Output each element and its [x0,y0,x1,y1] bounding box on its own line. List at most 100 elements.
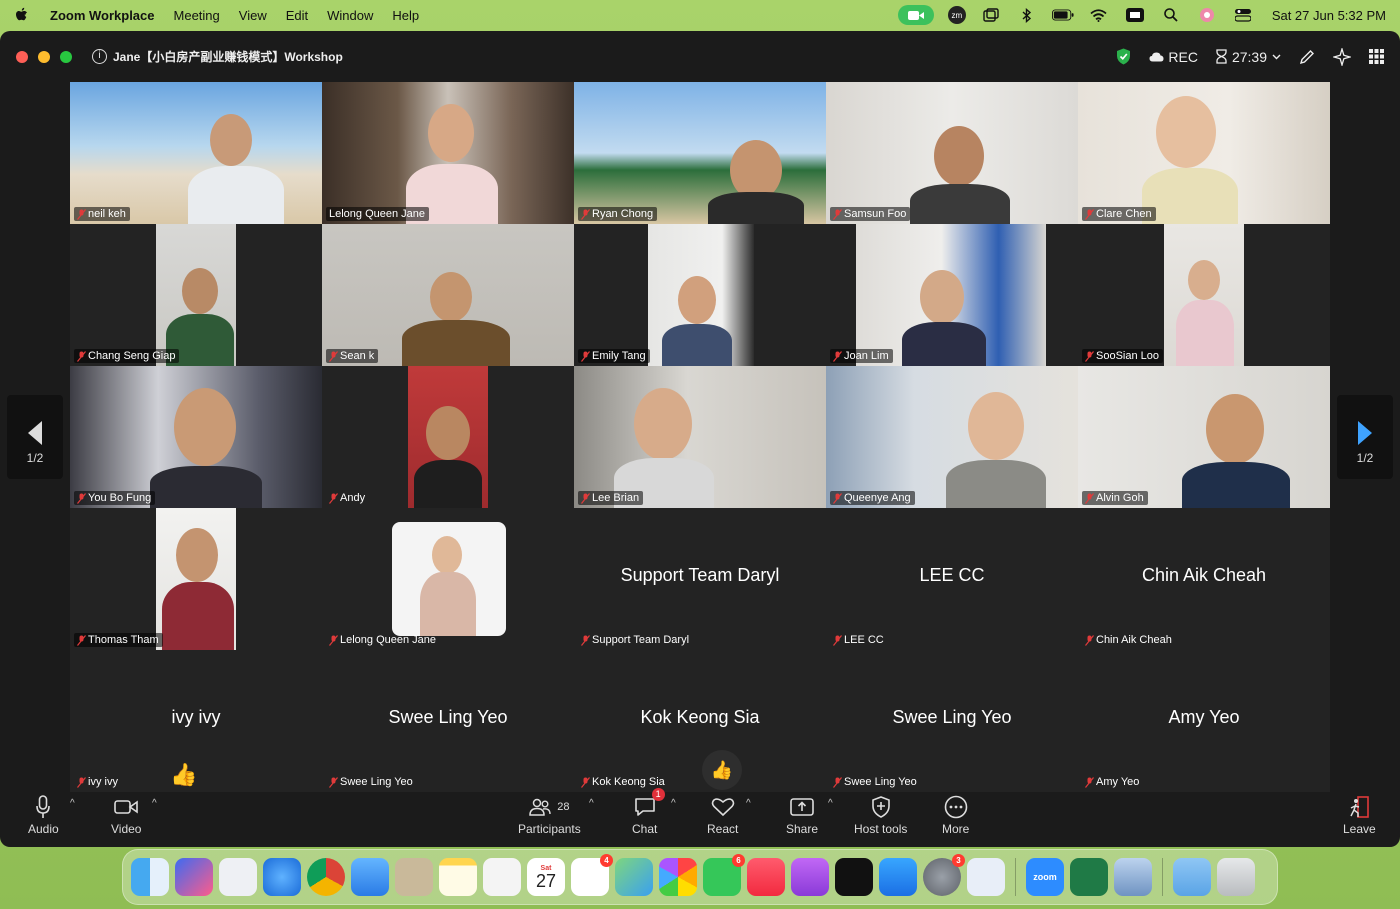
calendar-icon[interactable]: Sat 27 [527,858,565,896]
name-tag: Lelong Queen Jane [326,207,430,221]
chrome-icon[interactable] [307,858,345,896]
video-tile[interactable]: Joan Lim [826,224,1078,366]
cloud-recording-indicator[interactable]: REC [1149,49,1198,65]
audio-button[interactable]: Audio [28,792,59,836]
name-only-tile[interactable]: Chin Aik Cheah Chin Aik Cheah [1078,508,1330,650]
fullscreen-window-button[interactable] [60,50,72,63]
leave-button[interactable]: Leave [1343,792,1376,836]
podcasts-icon[interactable] [791,858,829,896]
app-store-icon[interactable] [879,858,917,896]
muted-mic-icon [1085,350,1094,362]
video-tile[interactable]: Emily Tang [574,224,826,366]
input-method-icon[interactable] [1124,7,1146,23]
safari-icon[interactable] [263,858,301,896]
notes-icon[interactable] [439,858,477,896]
chat-options-chevron-icon[interactable]: ^ [671,798,676,809]
control-center-icon[interactable] [1232,7,1254,23]
name-only-tile[interactable]: Support Team Daryl Support Team Daryl [574,508,826,650]
video-tile[interactable]: Ryan Chong [574,82,826,224]
mail-icon[interactable] [351,858,389,896]
participants-button[interactable]: 28 Participants [518,792,581,836]
wifi-icon[interactable] [1088,7,1110,23]
video-tile[interactable]: Alvin Goh [1078,366,1330,508]
apple-tv-icon[interactable] [835,858,873,896]
video-tile[interactable]: SooSian Loo [1078,224,1330,366]
iphone-mirroring-icon[interactable] [967,858,1005,896]
menu-help[interactable]: Help [392,8,419,23]
display-name: Swee Ling Yeo [388,707,508,727]
window-switch-icon[interactable] [980,7,1002,23]
name-only-tile[interactable]: Swee Ling Yeo Swee Ling Yeo [826,650,1078,792]
name-only-tile[interactable]: Kok Keong Sia Kok Keong Sia 👍 [574,650,826,792]
participant-name: Chang Seng Giap [88,350,176,362]
next-page-button[interactable]: 1/2 [1337,395,1393,479]
zoom-status-icon[interactable]: zm [947,6,966,24]
menu-view[interactable]: View [239,8,267,23]
video-tile[interactable]: Thomas Tham [70,508,322,650]
react-button[interactable]: React [707,792,738,836]
camera-in-use-icon[interactable] [897,5,934,25]
finder-icon[interactable] [131,858,169,896]
menu-edit[interactable]: Edit [286,8,308,23]
annotate-pen-icon[interactable] [1299,49,1315,65]
ai-companion-icon[interactable] [1333,47,1351,66]
meeting-timer[interactable]: 27:39 [1216,49,1281,65]
contacts-icon[interactable] [395,858,433,896]
video-tile[interactable]: You Bo Fung [70,366,322,508]
view-grid-icon[interactable] [1369,49,1384,64]
photos-icon[interactable] [659,858,697,896]
close-window-button[interactable] [16,50,28,63]
video-tile[interactable]: Samsun Foo [826,82,1078,224]
trash-icon[interactable] [1217,858,1255,896]
heart-react-icon [711,798,734,817]
app-grid-icon[interactable] [219,858,257,896]
reminders-icon[interactable]: 4 [571,854,613,896]
chat-button[interactable]: 1 Chat [632,788,665,836]
bluetooth-icon[interactable] [1016,7,1038,23]
name-only-tile[interactable]: Amy Yeo Amy Yeo [1078,650,1330,792]
video-tile-active-speaker[interactable]: Lelong Queen Jane [322,82,574,224]
meeting-info-icon[interactable]: i [92,49,107,64]
react-options-chevron-icon[interactable]: ^ [746,798,751,809]
launchpad-icon[interactable] [175,858,213,896]
name-only-tile[interactable]: ivy ivy ivy ivy 👍 [70,650,322,792]
system-settings-icon[interactable]: 3 [923,854,965,896]
menu-clock[interactable]: Sat 27 Jun 5:32 PM [1272,8,1386,23]
participants-options-chevron-icon[interactable]: ^ [589,798,594,809]
video-tile[interactable]: Chang Seng Giap [70,224,322,366]
profile-photo-tile[interactable]: Lelong Queen Jane [322,508,574,650]
video-tile[interactable]: neil keh [70,82,322,224]
apple-icon[interactable] [14,7,28,23]
downloads-folder-icon[interactable] [1173,858,1211,896]
spotlight-search-icon[interactable] [1160,7,1182,23]
encryption-shield-icon[interactable] [1116,48,1131,65]
video-tile[interactable]: Lee Brian [574,366,826,508]
previous-page-button[interactable]: 1/2 [7,395,63,479]
battery-icon[interactable] [1051,7,1074,23]
music-icon[interactable] [747,858,785,896]
name-only-tile[interactable]: LEE CC LEE CC [826,508,1078,650]
video-button[interactable]: Video [111,792,141,836]
menu-zoom-workplace[interactable]: Zoom Workplace [50,8,155,23]
zoom-app-icon[interactable]: zoom [1026,858,1064,896]
maps-icon[interactable] [615,858,653,896]
minimize-window-button[interactable] [38,50,50,63]
messages-icon[interactable]: 6 [703,854,745,896]
siri-icon[interactable] [1196,7,1218,23]
video-options-chevron-icon[interactable]: ^ [152,798,157,809]
audio-options-chevron-icon[interactable]: ^ [70,798,75,809]
menu-window[interactable]: Window [327,8,373,23]
freeform-icon[interactable] [483,858,521,896]
share-options-chevron-icon[interactable]: ^ [828,798,833,809]
video-tile[interactable]: Queenye Ang [826,366,1078,508]
menu-meeting[interactable]: Meeting [174,8,220,23]
excel-icon[interactable] [1070,858,1108,896]
video-tile[interactable]: Andy [322,366,574,508]
video-tile[interactable]: Clare Chen [1078,82,1330,224]
name-only-tile[interactable]: Swee Ling Yeo Swee Ling Yeo [322,650,574,792]
more-button[interactable]: More [942,792,969,836]
video-tile[interactable]: Sean k [322,224,574,366]
preview-icon[interactable] [1114,858,1152,896]
share-button[interactable]: Share [786,792,818,836]
host-tools-button[interactable]: Host tools [854,792,907,836]
